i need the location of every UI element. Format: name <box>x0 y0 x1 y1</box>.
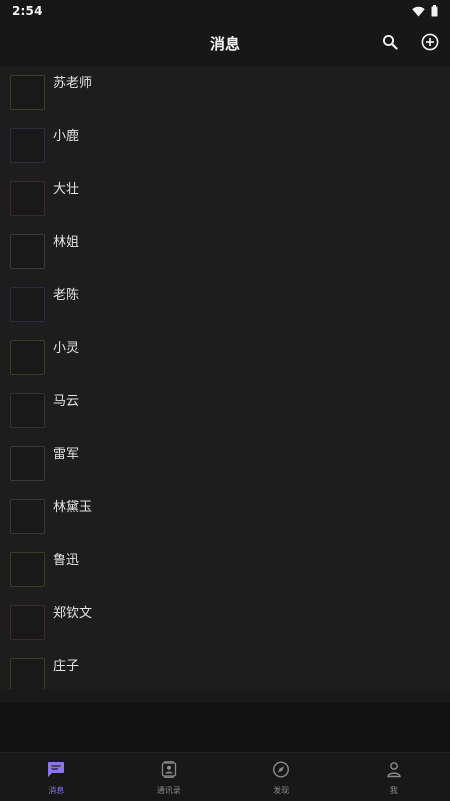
list-footer <box>0 689 450 702</box>
avatar <box>10 658 45 693</box>
chat-list[interactable]: 苏老师 小鹿 大壮 林姐 老陈 小灵 马云 雷军 林黛玉 鲁迅 郑钦文 <box>0 66 450 702</box>
chat-item-su-laoshi[interactable]: 苏老师 <box>0 66 450 119</box>
avatar <box>10 340 45 375</box>
add-circle-icon <box>421 33 439 55</box>
tab-label: 我 <box>390 785 398 796</box>
chat-name: 鲁迅 <box>53 553 79 569</box>
chat-item-luxun[interactable]: 鲁迅 <box>0 543 450 596</box>
tab-me[interactable]: 我 <box>338 753 450 801</box>
avatar <box>10 446 45 481</box>
chat-item-zhengqinwen[interactable]: 郑钦文 <box>0 596 450 649</box>
add-button[interactable] <box>416 30 444 58</box>
chat-name: 林姐 <box>53 235 79 251</box>
tab-messages[interactable]: 消息 <box>0 753 113 801</box>
chat-item-xiaolu[interactable]: 小鹿 <box>0 119 450 172</box>
avatar <box>10 393 45 428</box>
chat-item-lindaiyu[interactable]: 林黛玉 <box>0 490 450 543</box>
compass-icon <box>272 761 290 782</box>
chat-item-laochen[interactable]: 老陈 <box>0 278 450 331</box>
status-time: 2:54 <box>12 4 43 18</box>
avatar <box>10 181 45 216</box>
wifi-icon <box>412 2 425 21</box>
chat-item-leijun[interactable]: 雷军 <box>0 437 450 490</box>
avatar <box>10 499 45 534</box>
chat-item-dazhuang[interactable]: 大壮 <box>0 172 450 225</box>
battery-icon <box>431 2 438 21</box>
chat-name: 雷军 <box>53 447 79 463</box>
chat-name: 小鹿 <box>53 129 79 145</box>
chat-item-linjie[interactable]: 林姐 <box>0 225 450 278</box>
avatar <box>10 234 45 269</box>
avatar <box>10 605 45 640</box>
chat-name: 大壮 <box>53 182 79 198</box>
chat-name: 庄子 <box>53 659 79 675</box>
tab-label: 通讯录 <box>157 785 181 796</box>
app-header: 消息 <box>0 22 450 66</box>
tab-label: 消息 <box>48 785 64 796</box>
chat-item-mayun[interactable]: 马云 <box>0 384 450 437</box>
status-bar: 2:54 <box>0 0 450 22</box>
chat-name: 林黛玉 <box>53 500 92 516</box>
tab-discover[interactable]: 发现 <box>225 753 338 801</box>
chat-name: 苏老师 <box>53 76 92 92</box>
search-button[interactable] <box>376 30 404 58</box>
tab-label: 发现 <box>273 785 289 796</box>
avatar <box>10 128 45 163</box>
chat-bubble-icon <box>47 761 65 782</box>
chat-name: 马云 <box>53 394 79 410</box>
bottom-nav: 消息 通讯录 发现 我 <box>0 752 450 801</box>
search-icon <box>382 34 398 54</box>
chat-name: 小灵 <box>53 341 79 357</box>
chat-name: 老陈 <box>53 288 79 304</box>
person-icon <box>385 761 403 782</box>
avatar <box>10 287 45 322</box>
chat-item-xiaoling[interactable]: 小灵 <box>0 331 450 384</box>
avatar <box>10 552 45 587</box>
avatar <box>10 75 45 110</box>
empty-area <box>0 702 450 752</box>
tab-contacts[interactable]: 通讯录 <box>113 753 226 801</box>
chat-name: 郑钦文 <box>53 606 92 622</box>
contacts-icon <box>160 761 178 782</box>
status-icons <box>412 2 438 21</box>
